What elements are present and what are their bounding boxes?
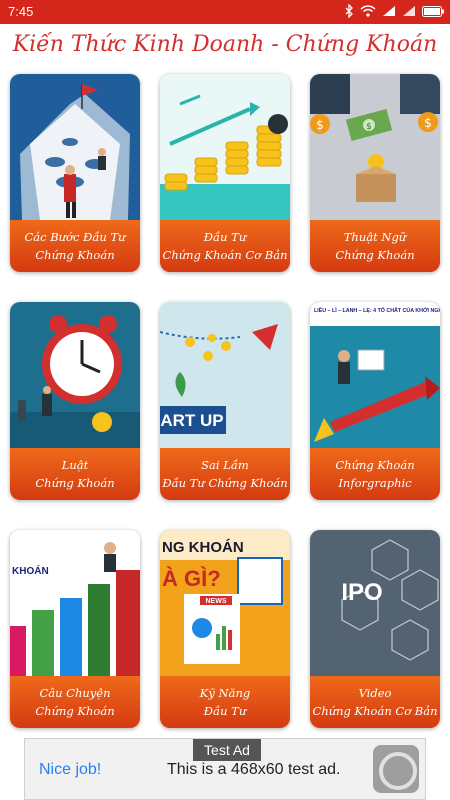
card-dau-tu-co-ban[interactable]: Đầu Tư Chứng Khoán Cơ Bản xyxy=(160,74,290,272)
card-label-line2: Chứng Khoán xyxy=(35,248,115,262)
card-thumbnail: ART UP xyxy=(160,302,290,448)
ad-ring-icon xyxy=(379,752,417,790)
card-label: Kỹ Năng Đầu Tư xyxy=(160,676,290,728)
card-text-top: NG KHOÁN xyxy=(162,539,244,556)
card-banner-text: ART UP xyxy=(160,411,223,430)
test-ad-badge: Test Ad xyxy=(193,739,261,761)
card-label-line1: Sai Lầm xyxy=(201,458,249,472)
card-label: Đầu Tư Chứng Khoán Cơ Bản xyxy=(160,220,290,272)
card-cau-chuyen[interactable]: KHOÁN Câu Chuyện Chứng Khoán xyxy=(10,530,140,728)
status-icons xyxy=(344,4,444,18)
card-label-line1: Thuật Ngữ xyxy=(343,230,407,244)
svg-text:$: $ xyxy=(366,122,372,132)
card-label-line1: Video xyxy=(358,686,392,700)
card-thumbnail: NG KHOÁN À GÌ? NEWS xyxy=(160,530,290,676)
card-text-big: À GÌ? xyxy=(162,566,221,591)
ad-nice-text: Nice job! xyxy=(39,761,102,778)
card-label: Luật Chứng Khoán xyxy=(10,448,140,500)
card-thumbnail: LIỀU – LÌ – LANH – LẸ: 4 TỐ CHẤT CỦA KHỞ… xyxy=(310,302,440,448)
card-thumbnail xyxy=(160,74,290,220)
card-label: Sai Lầm Đầu Tư Chứng Khoán xyxy=(160,448,290,500)
app-title: Kiến Thức Kinh Doanh - Chứng Khoán xyxy=(12,32,438,57)
card-thumbnail xyxy=(10,302,140,448)
card-label: Thuật Ngữ Chứng Khoán xyxy=(310,220,440,272)
card-label-line2: Chứng Khoán xyxy=(35,704,115,718)
card-label-line1: Các Bước Đầu Tư xyxy=(24,230,126,244)
svg-text:$: $ xyxy=(424,116,432,130)
card-inforgraphic[interactable]: LIỀU – LÌ – LANH – LẸ: 4 TỐ CHẤT CỦA KHỞ… xyxy=(310,302,440,500)
card-thumbnail xyxy=(10,74,140,220)
wifi-icon xyxy=(360,5,376,17)
card-caption-text: LIỀU – LÌ – LANH – LẸ: 4 TỐ CHẤT CỦA KHỞ… xyxy=(314,306,440,314)
card-thumbnail: IPO xyxy=(310,530,440,676)
signal-icon xyxy=(383,6,395,16)
card-thuat-ngu[interactable]: $ $ $ Thuật Ngữ Chứng Khoán xyxy=(310,74,440,272)
card-label-line2: Chứng Khoán xyxy=(335,248,415,262)
card-ky-nang[interactable]: NG KHOÁN À GÌ? NEWS Kỹ Năng Đầu Tư xyxy=(160,530,290,728)
card-caption: LIỀU – LÌ – LANH – LẸ: 4 TỐ CHẤT CỦA KHỞ… xyxy=(314,306,440,314)
card-video[interactable]: IPO Video Chứng Khoán Cơ Bản xyxy=(310,530,440,728)
card-label-line2: Inforgraphic xyxy=(338,476,412,490)
card-label-line2: Chứng Khoán xyxy=(35,476,115,490)
card-cac-buoc-dau-tu[interactable]: Các Bước Đầu Tư Chứng Khoán xyxy=(10,74,140,272)
card-label: Video Chứng Khoán Cơ Bản xyxy=(310,676,440,728)
svg-text:$: $ xyxy=(316,118,324,132)
status-bar: 7:45 xyxy=(0,0,450,24)
card-label-line2: Chứng Khoán Cơ Bản xyxy=(312,704,438,718)
card-label-line2: Đầu Tư Chứng Khoán xyxy=(162,476,288,490)
card-luat[interactable]: Luật Chứng Khoán xyxy=(10,302,140,500)
ad-banner[interactable]: Test Ad Nice job! This is a 468x60 test … xyxy=(24,738,426,800)
card-label: Câu Chuyện Chứng Khoán xyxy=(10,676,140,728)
card-label-line2: Đầu Tư xyxy=(203,704,247,718)
signal-icon-2 xyxy=(403,6,415,16)
card-label-line1: Luật xyxy=(61,458,89,472)
card-label-line1: Kỹ Năng xyxy=(199,686,251,700)
card-label-line1: Chứng Khoán xyxy=(335,458,415,472)
card-label-line2: Chứng Khoán Cơ Bản xyxy=(162,248,288,262)
card-label-line1: Đầu Tư xyxy=(203,230,247,244)
battery-icon xyxy=(422,5,444,17)
card-sai-lam[interactable]: ART UP Sai Lầm Đầu Tư Chứng Khoán xyxy=(160,302,290,500)
bluetooth-icon xyxy=(345,4,353,18)
card-label-line1: Câu Chuyện xyxy=(39,686,111,700)
status-time: 7:45 xyxy=(8,4,34,19)
card-text: KHOÁN xyxy=(12,564,49,577)
card-label: Chứng Khoán Inforgraphic xyxy=(310,448,440,500)
card-label: Các Bước Đầu Tư Chứng Khoán xyxy=(10,220,140,272)
card-text-news: NEWS xyxy=(206,598,227,605)
card-text-ipo: IPO xyxy=(341,579,382,606)
card-thumbnail: KHOÁN xyxy=(10,530,140,676)
ad-message: This is a 468x60 test ad. xyxy=(167,761,341,778)
ad-logo-icon[interactable] xyxy=(373,745,419,793)
card-thumbnail: $ $ $ xyxy=(310,74,440,220)
